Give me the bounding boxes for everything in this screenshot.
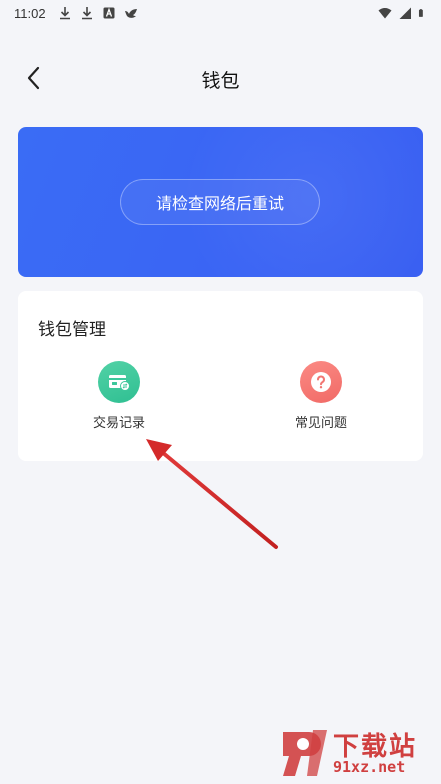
wallet-banner: 请检查网络后重试 [18,127,423,277]
app-a-icon [103,7,115,19]
faq-label: 常见问题 [294,416,347,431]
watermark-logo [283,730,327,776]
status-bar: 11:02 [0,0,441,26]
faq-button[interactable]: 常见问题 [261,361,381,431]
watermark-url: 91xz.net [333,758,406,776]
transaction-record-icon [98,361,140,403]
card-title: 钱包管理 [38,320,106,340]
notification-icons [58,6,138,20]
battery-icon [418,9,423,17]
nav-bar: 钱包 [0,52,441,104]
download-icon [59,7,70,20]
question-icon [300,361,342,403]
status-time: 11:02 [14,5,46,21]
system-icons [378,6,427,20]
page-title: 钱包 [201,70,240,92]
watermark: 下载站 91xz.net [275,724,437,780]
wallet-management-card: 钱包管理 交易记录 常见问题 [18,291,423,461]
transaction-record-button[interactable]: 交易记录 [59,361,179,431]
wifi-icon [378,8,392,19]
signal-icon [399,7,411,19]
transaction-record-label: 交易记录 [92,416,145,431]
retry-button[interactable]: 请检查网络后重试 [120,179,320,225]
download-icon [81,7,92,20]
bird-icon [124,9,137,18]
